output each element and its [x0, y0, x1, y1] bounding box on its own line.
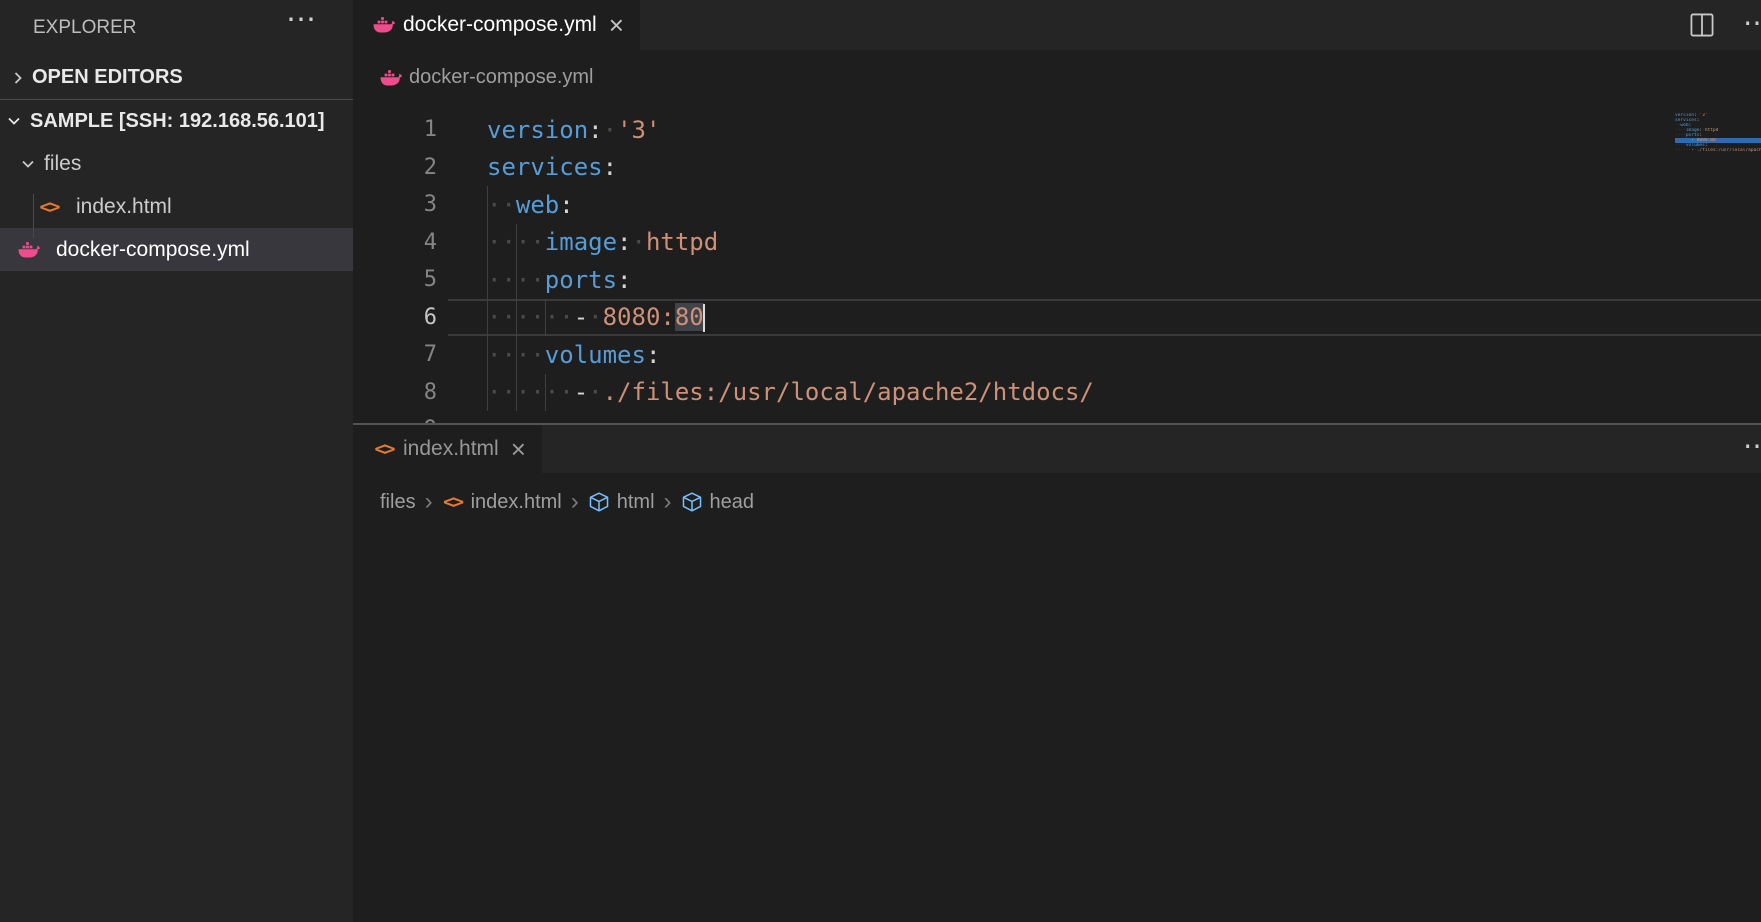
tab-bar-top: docker-compose.yml × ⋯	[353, 0, 1761, 50]
breadcrumb-item[interactable]: head	[681, 491, 755, 514]
tab-bar-bottom: <> index.html × ⋯	[353, 425, 1761, 473]
breadcrumb-separator: ›	[425, 488, 433, 516]
open-editors-section[interactable]: OPEN EDITORS	[0, 56, 353, 99]
tree-item-index-html[interactable]: <> index.html	[0, 185, 353, 228]
breadcrumb-separator: ›	[571, 488, 579, 516]
split-editor-icon[interactable]	[1689, 12, 1715, 38]
line-number: 2	[353, 155, 437, 180]
breadcrumb: docker-compose.yml	[353, 50, 1761, 105]
docker-icon	[18, 239, 40, 261]
breadcrumb: files › <>index.html › html › head	[353, 473, 1761, 531]
tree-item-label: files	[44, 152, 81, 176]
open-editors-label: OPEN EDITORS	[32, 66, 183, 89]
chevron-down-icon	[4, 111, 24, 131]
editor-group-top: docker-compose.yml × ⋯ docker-compose.ym…	[353, 0, 1761, 423]
tree-item-label: index.html	[76, 195, 172, 219]
workspace-root-label: SAMPLE [SSH: 192.168.56.101]	[30, 110, 325, 133]
docker-icon	[373, 14, 395, 36]
docker-icon	[380, 67, 402, 89]
editor-area: docker-compose.yml × ⋯ docker-compose.ym…	[353, 0, 1761, 922]
code-line-1: 1 version:·'3'	[353, 111, 1761, 149]
code-line-7: 7 ····volumes:	[353, 336, 1761, 374]
breadcrumb-item[interactable]: html	[588, 491, 655, 514]
code-line-5: 5 ····ports:	[353, 261, 1761, 299]
tab-docker-compose[interactable]: docker-compose.yml ×	[353, 0, 640, 50]
explorer-sidebar: EXPLORER ⋯ OPEN EDITORS SAMPLE [SSH: 192…	[0, 0, 353, 922]
close-icon[interactable]: ×	[509, 436, 528, 462]
tab-label: docker-compose.yml	[403, 13, 597, 37]
symbol-cube-icon	[588, 491, 610, 513]
tab-label: index.html	[403, 437, 499, 461]
line-number: 4	[353, 230, 437, 255]
tree-item-docker-compose-yml[interactable]: docker-compose.yml	[0, 228, 353, 271]
line-number: 8	[353, 380, 437, 405]
file-tree: files <> index.html docker-compose.yml	[0, 142, 353, 271]
code-line-8: 8 ······-·./files:/usr/local/apache2/htd…	[353, 374, 1761, 412]
text-cursor	[703, 304, 705, 332]
line-number: 5	[353, 267, 437, 292]
tree-item-label: docker-compose.yml	[56, 238, 250, 262]
line-number: 1	[353, 117, 437, 142]
symbol-cube-icon	[681, 491, 703, 513]
breadcrumb-separator: ›	[664, 488, 672, 516]
tree-indent-guide	[33, 194, 34, 238]
workspace-root-row[interactable]: SAMPLE [SSH: 192.168.56.101]	[0, 99, 353, 142]
chevron-right-icon	[8, 68, 28, 88]
line-number: 6	[353, 305, 437, 330]
explorer-title: EXPLORER	[33, 17, 136, 39]
line-number: 7	[353, 342, 437, 367]
code-line-4: 4 ····image:·httpd	[353, 224, 1761, 262]
explorer-more-actions-icon[interactable]: ⋯	[286, 2, 317, 37]
code-line-3: 3 ··web:	[353, 186, 1761, 224]
breadcrumb-item[interactable]: docker-compose.yml	[380, 66, 594, 89]
minimap[interactable]: version:·'3'services:··web:····image:·ht…	[1675, 113, 1761, 158]
tree-item-files[interactable]: files	[0, 142, 353, 185]
html-file-icon: <>	[442, 491, 464, 513]
more-actions-icon[interactable]: ⋯	[1743, 6, 1761, 39]
breadcrumb-item[interactable]: files	[380, 491, 416, 514]
line-number: 3	[353, 192, 437, 217]
tab-index-html[interactable]: <> index.html ×	[353, 425, 542, 473]
code-line-9: 9	[353, 411, 1761, 423]
minimap-line	[1675, 153, 1761, 158]
editor-group-bottom: <> index.html × ⋯ files›<>index.html›htm…	[353, 423, 1761, 922]
close-icon[interactable]: ×	[607, 12, 626, 38]
html-file-icon: <>	[38, 196, 60, 218]
explorer-header: EXPLORER ⋯	[0, 0, 353, 56]
code-line-6: 6 ······-·8080:80	[353, 299, 1761, 337]
code-line-2: 2 services:	[353, 149, 1761, 187]
code-editor-yaml[interactable]: version:·'3'services:··web:····image:·ht…	[353, 105, 1761, 423]
breadcrumb-item[interactable]: <>index.html	[442, 491, 562, 514]
more-actions-icon[interactable]: ⋯	[1743, 429, 1761, 462]
html-file-icon: <>	[373, 438, 395, 460]
line-number: 9	[353, 417, 437, 423]
